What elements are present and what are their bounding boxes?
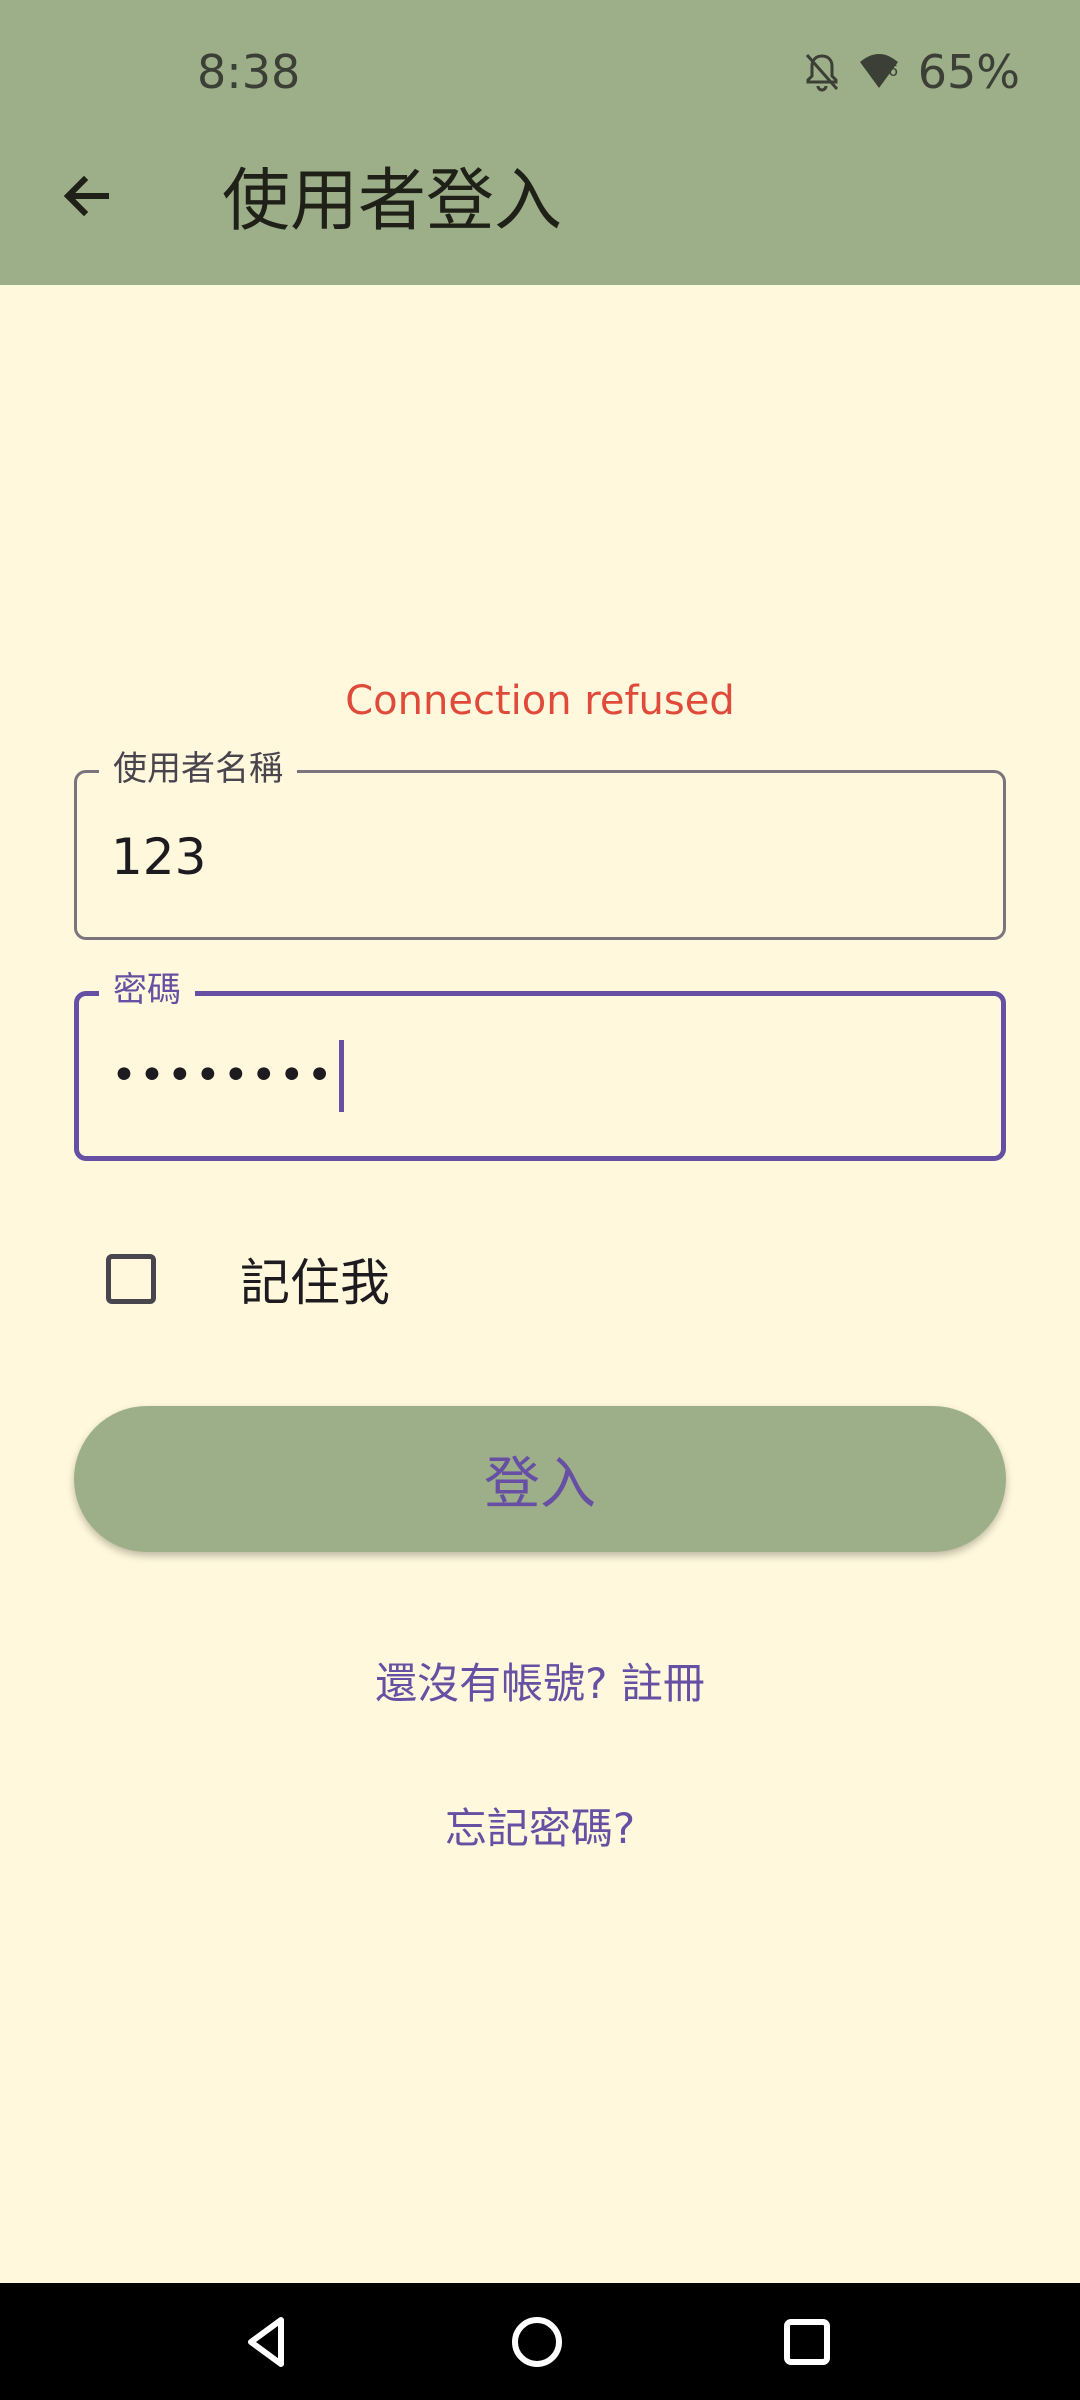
nav-home-button[interactable] (502, 2307, 572, 2377)
nav-recents-button[interactable] (772, 2307, 842, 2377)
password-value-wrap: •••••••• (111, 1040, 344, 1112)
recents-square-icon (784, 2319, 830, 2365)
password-label: 密碼 (99, 966, 195, 1014)
login-button[interactable]: 登入 (74, 1406, 1006, 1552)
username-label: 使用者名稱 (99, 745, 297, 793)
status-icons: 6 65% (804, 45, 1020, 99)
password-field[interactable]: 密碼 •••••••• (74, 966, 1006, 1161)
notifications-off-icon (804, 52, 840, 92)
password-value: •••••••• (111, 1050, 335, 1101)
status-time: 8:38 (197, 45, 301, 99)
username-field[interactable]: 使用者名稱 123 (74, 745, 1006, 940)
back-button[interactable] (50, 160, 122, 232)
remember-me-label[interactable]: 記住我 (240, 1243, 390, 1315)
top-bar: 8:38 6 65% 使用者登入 (0, 0, 1080, 285)
remember-me-row: 記住我 (106, 1243, 390, 1315)
register-link[interactable]: 還沒有帳號? 註冊 (0, 1650, 1080, 1711)
arrow-back-icon (63, 175, 109, 217)
text-caret (338, 1040, 344, 1112)
username-value: 123 (111, 828, 207, 886)
error-message: Connection refused (345, 678, 735, 724)
remember-me-checkbox[interactable] (106, 1254, 156, 1304)
wifi-icon: 6 (858, 52, 900, 92)
forgot-password-link[interactable]: 忘記密碼? (0, 1795, 1080, 1856)
page-title: 使用者登入 (222, 162, 563, 241)
back-triangle-icon (248, 2317, 284, 2367)
battery-text: 65% (917, 45, 1020, 99)
nav-back-button[interactable] (232, 2307, 302, 2377)
home-circle-icon (512, 2317, 562, 2367)
svg-text:6: 6 (888, 61, 898, 80)
system-nav-bar (0, 2283, 1080, 2400)
